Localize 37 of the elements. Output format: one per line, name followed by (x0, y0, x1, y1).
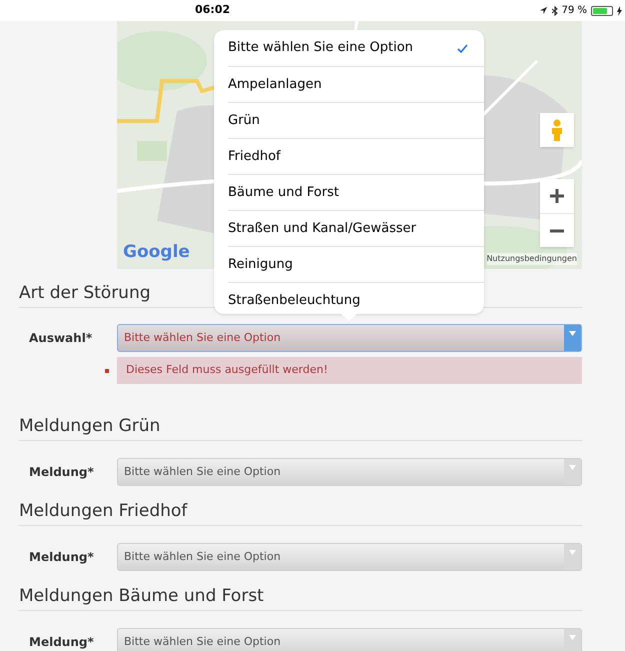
minus-icon (549, 228, 565, 232)
battery-percentage: 79 % (562, 4, 587, 18)
section-heading: Meldungen Bäume und Forst (19, 586, 264, 606)
field-label: Meldung* (28, 464, 95, 481)
status-time: 06:02 (195, 2, 230, 18)
error-bullet-icon (105, 368, 109, 372)
terms-link[interactable]: Nutzungsbedingungen (486, 253, 577, 265)
field-label: Meldung* (28, 549, 95, 566)
person-icon (550, 119, 564, 141)
dropdown-arrow-icon (569, 331, 576, 336)
option-item[interactable]: Bitte wählen Sie eine Option (228, 30, 484, 66)
bluetooth-icon (552, 6, 558, 16)
checkmark-icon (457, 44, 468, 52)
plus-icon (549, 188, 565, 204)
section-heading: Meldungen Friedhof (19, 501, 188, 521)
option-item[interactable]: Reinigung (228, 246, 484, 282)
option-item[interactable]: Grün (228, 102, 484, 138)
select-field[interactable]: Bitte wählen Sie eine Option (117, 543, 582, 571)
field-label: Meldung* (28, 634, 95, 651)
dropdown-arrow-icon (569, 550, 576, 555)
option-item[interactable]: Bäume und Forst (228, 174, 484, 210)
battery-icon (591, 6, 613, 16)
map-logo: Google (123, 240, 190, 264)
dropdown-arrow-icon (569, 465, 576, 470)
field-label: Auswahl* (28, 330, 94, 347)
charging-icon (617, 6, 622, 16)
option-item[interactable]: Straßen und Kanal/Gewässer (228, 210, 484, 246)
error-message: Dieses Feld muss ausgefüllt werden! (117, 357, 582, 384)
option-item[interactable]: Ampelanlagen (228, 66, 484, 102)
select-field[interactable]: Bitte wählen Sie eine Option (117, 628, 582, 651)
section-heading: Meldungen Grün (19, 416, 160, 436)
select-field[interactable]: Bitte wählen Sie eine Option (117, 324, 582, 352)
section-heading: Art der Störung (19, 283, 151, 303)
location-icon (538, 6, 548, 15)
option-item[interactable]: Friedhof (228, 138, 484, 174)
select-field[interactable]: Bitte wählen Sie eine Option (117, 458, 582, 486)
dropdown-arrow-icon (569, 635, 576, 640)
